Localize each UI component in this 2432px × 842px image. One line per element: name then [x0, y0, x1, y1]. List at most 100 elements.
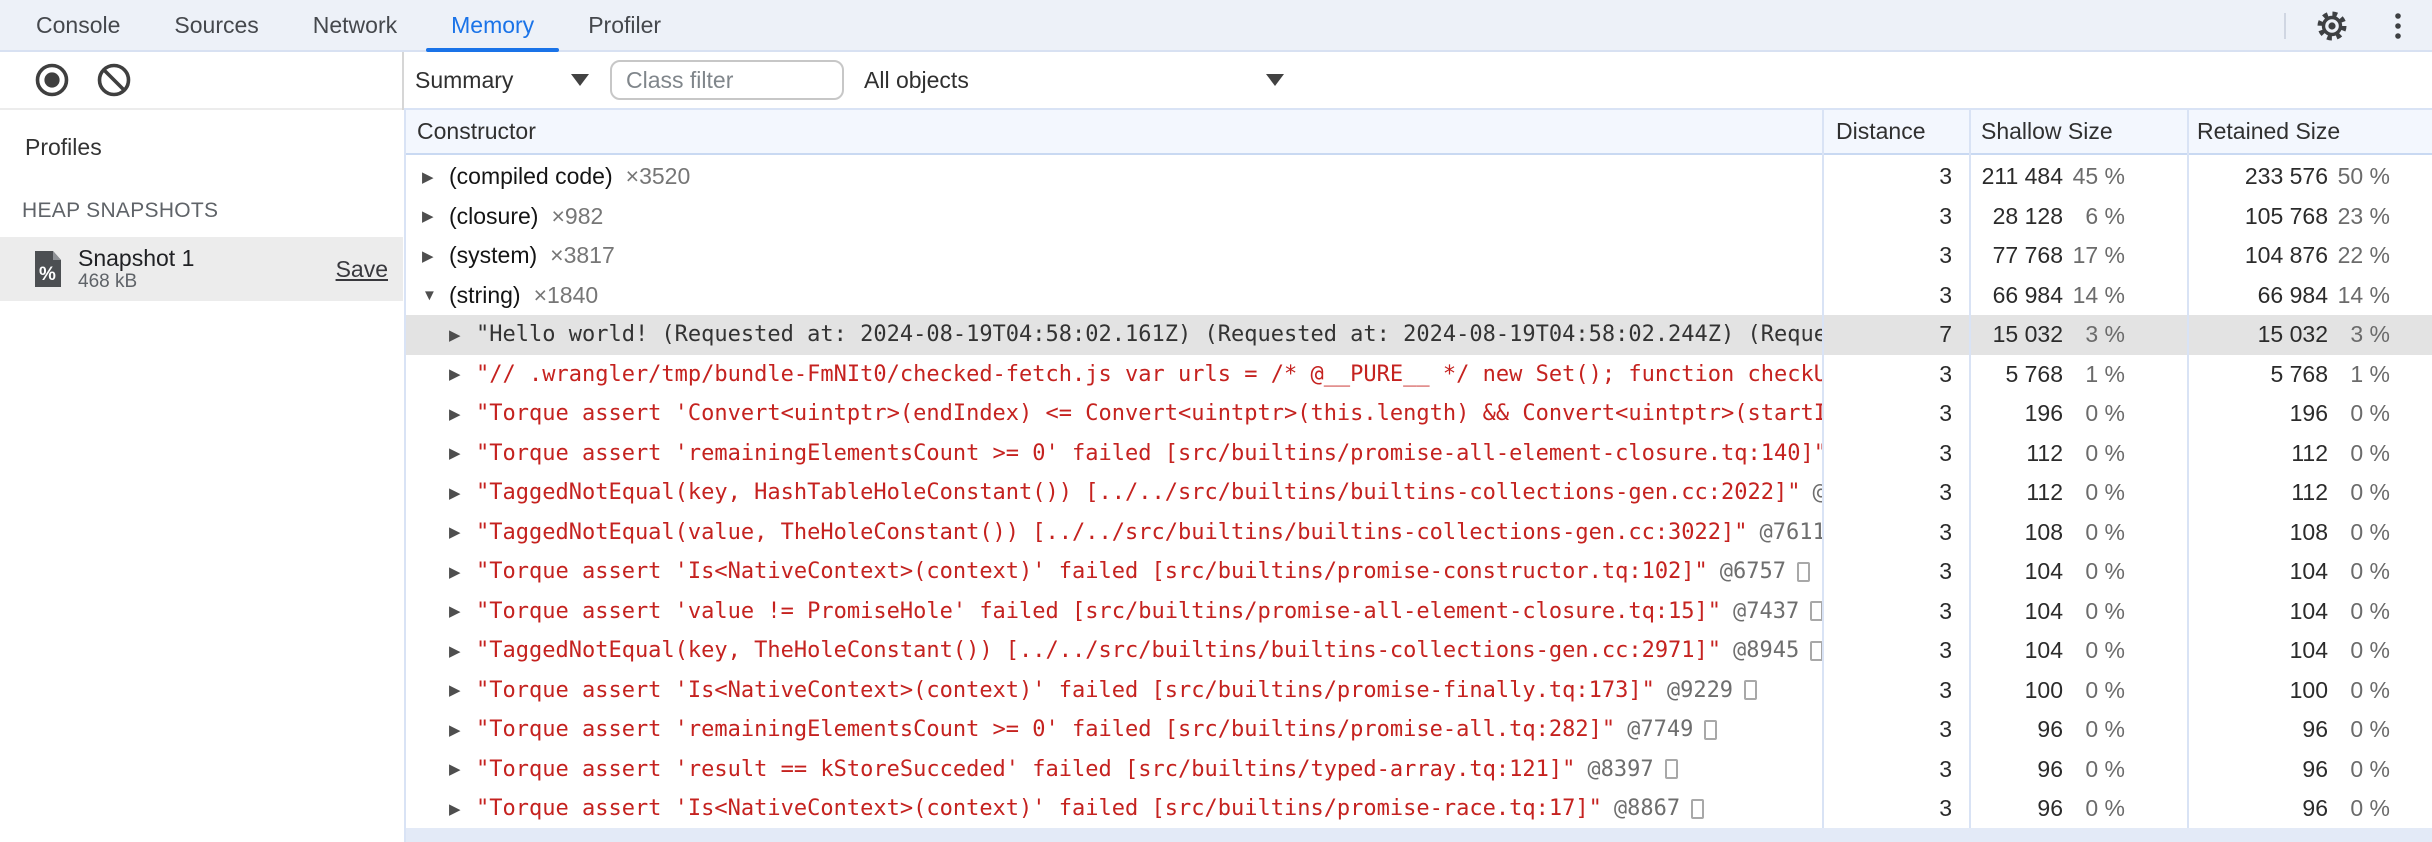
retained-size-percent: 22 %	[2337, 242, 2390, 269]
table-row[interactable]: ▶ "Torque assert 'remainingElementsCount …	[406, 710, 2432, 750]
tab-profiler[interactable]: Profiler	[563, 0, 686, 50]
settings-gear-icon[interactable]	[2312, 6, 2352, 46]
tabbar-divider	[2284, 13, 2286, 39]
retained-size-cell: 104 876 22 %	[2187, 236, 2432, 276]
retained-size-percent: 0 %	[2350, 676, 2390, 703]
heap-snapshots-section-label: HEAP SNAPSHOTS	[22, 199, 219, 222]
chevron-collapsed-icon[interactable]: ▶	[449, 365, 476, 383]
object-link-icon[interactable]	[1810, 640, 1822, 661]
chevron-collapsed-icon[interactable]: ▶	[449, 681, 476, 699]
table-row[interactable]: ▶ "Torque assert 'result == kStoreSuccede…	[406, 749, 2432, 790]
column-separator[interactable]	[1822, 110, 1824, 842]
shallow-size-cell: 196 0 %	[1969, 394, 2187, 434]
column-separator[interactable]	[1969, 110, 1971, 842]
table-row[interactable]: ▶ "TaggedNotEqual(key, TheHoleConstant())…	[406, 631, 2432, 671]
tab-sources[interactable]: Sources	[149, 0, 283, 50]
shallow-size-percent: 0 %	[2085, 439, 2125, 466]
retained-size-value: 5 768	[2270, 360, 2328, 387]
chevron-collapsed-icon[interactable]: ▶	[449, 721, 476, 739]
chevron-collapsed-icon[interactable]: ▶	[422, 247, 449, 265]
table-row[interactable]: ▶ "Torque assert 'Is<NativeContext>(conte…	[406, 789, 2432, 829]
tab-network[interactable]: Network	[288, 0, 422, 50]
column-separator[interactable]	[2187, 110, 2189, 842]
constructor-name: (string)	[449, 281, 521, 308]
column-header-distance[interactable]: Distance	[1822, 118, 1969, 145]
retained-size-value: 100	[2289, 676, 2328, 703]
column-header-shallow-size[interactable]: Shallow Size	[1969, 118, 2187, 145]
more-options-kebab-icon[interactable]	[2378, 6, 2418, 46]
string-value: "Hello world! (Requested at: 2024-08-19T…	[476, 322, 1822, 348]
retained-size-percent: 0 %	[2350, 795, 2390, 822]
chevron-collapsed-icon[interactable]: ▶	[449, 484, 476, 502]
chevron-collapsed-icon[interactable]: ▶	[449, 800, 476, 818]
chevron-collapsed-icon[interactable]: ▶	[449, 760, 476, 778]
retained-size-cell: 105 768 23 %	[2187, 197, 2432, 237]
chevron-collapsed-icon[interactable]: ▶	[449, 326, 476, 344]
constructor-cell: ▶ "Torque assert 'result == kStoreSuccede…	[406, 750, 1822, 790]
constructor-cell: ▶ "Torque assert 'value != PromiseHole' f…	[406, 592, 1822, 632]
table-row[interactable]: ▶ "// .wrangler/tmp/bundle-FmNIt0/checked…	[406, 354, 2432, 394]
object-link-icon[interactable]	[1810, 601, 1822, 622]
object-link-icon[interactable]	[1797, 561, 1811, 582]
retained-size-percent: 50 %	[2337, 163, 2390, 190]
chevron-collapsed-icon[interactable]: ▶	[449, 405, 476, 423]
table-row[interactable]: ▶ (closure) ×982 3 28 128 6 % 105 768 23 %	[406, 196, 2432, 237]
chevron-collapsed-icon[interactable]: ▶	[449, 563, 476, 581]
object-id: @7611	[1759, 519, 1822, 545]
object-link-icon[interactable]	[1664, 759, 1678, 780]
shallow-size-percent: 0 %	[2085, 400, 2125, 427]
objects-scope-value: All objects	[864, 66, 969, 93]
table-row[interactable]: ▶ "TaggedNotEqual(key, HashTableHoleConst…	[406, 473, 2432, 513]
object-link-icon[interactable]	[1744, 680, 1758, 701]
retained-size-cell: 96 0 %	[2187, 789, 2432, 829]
save-snapshot-link[interactable]: Save	[336, 256, 388, 283]
table-row[interactable]: ▶ "Torque assert 'value != PromiseHole' f…	[406, 591, 2432, 632]
object-link-icon[interactable]	[1691, 798, 1705, 819]
column-header-retained-size[interactable]: Retained Size	[2187, 118, 2432, 145]
retained-size-value: 96	[2302, 755, 2328, 782]
constructor-name: (closure)	[449, 202, 539, 229]
chevron-collapsed-icon[interactable]: ▶	[449, 444, 476, 462]
table-row[interactable]: ▶ "Torque assert 'Is<NativeContext>(conte…	[406, 552, 2432, 592]
column-header-constructor[interactable]: Constructor	[406, 118, 1822, 145]
class-filter-input[interactable]	[610, 60, 844, 100]
tab-memory[interactable]: Memory	[426, 0, 560, 52]
shallow-size-percent: 3 %	[2085, 321, 2125, 348]
retained-size-value: 104	[2289, 558, 2328, 585]
record-heap-snapshot-icon[interactable]	[32, 60, 72, 100]
table-row[interactable]: ▶ "TaggedNotEqual(value, TheHoleConstant(…	[406, 512, 2432, 552]
chevron-expanded-icon[interactable]: ▼	[422, 287, 449, 304]
table-row[interactable]: ▶ (compiled code) ×3520 3 211 484 45 % 233 576…	[406, 157, 2432, 197]
grid-rows: ▶ (compiled code) ×3520 3 211 484 45 % 233 576…	[406, 157, 2432, 829]
clear-profiles-icon[interactable]	[94, 60, 134, 100]
chevron-collapsed-icon[interactable]: ▶	[449, 523, 476, 541]
snapshot-meta: Snapshot 1 468 kB	[78, 246, 336, 293]
chevron-collapsed-icon[interactable]: ▶	[449, 602, 476, 620]
horizontal-scrollbar-track[interactable]	[406, 828, 2432, 842]
profiles-toolbar	[0, 52, 403, 110]
object-link-icon[interactable]	[1704, 719, 1718, 740]
chevron-collapsed-icon[interactable]: ▶	[422, 168, 449, 186]
table-row[interactable]: ▶ (system) ×3817 3 77 768 17 % 104 876 22 %	[406, 236, 2432, 276]
retained-size-percent: 0 %	[2350, 479, 2390, 506]
table-row[interactable]: ▶ "Hello world! (Requested at: 2024-08-19…	[406, 315, 2432, 355]
shallow-size-percent: 0 %	[2085, 676, 2125, 703]
retained-size-percent: 0 %	[2350, 558, 2390, 585]
chevron-collapsed-icon[interactable]: ▶	[422, 207, 449, 225]
table-row[interactable]: ▶ "Torque assert 'Convert<uintptr>(endInd…	[406, 394, 2432, 434]
chevron-collapsed-icon[interactable]: ▶	[449, 642, 476, 660]
retained-size-percent: 0 %	[2350, 637, 2390, 664]
tab-console[interactable]: Console	[11, 0, 145, 50]
shallow-size-value: 77 768	[1992, 242, 2063, 269]
sidebar-item-snapshot-1[interactable]: % Snapshot 1 468 kB Save	[0, 237, 403, 301]
retained-size-cell: 196 0 %	[2187, 394, 2432, 434]
objects-scope-select[interactable]: All objects	[864, 67, 1294, 94]
retained-size-percent: 0 %	[2350, 755, 2390, 782]
table-row[interactable]: ▶ "Torque assert 'Is<NativeContext>(conte…	[406, 670, 2432, 710]
table-row[interactable]: ▶ "Torque assert 'remainingElementsCount …	[406, 433, 2432, 473]
perspective-select[interactable]: Summary	[415, 67, 595, 94]
shallow-size-cell: 77 768 17 %	[1969, 236, 2187, 276]
table-row[interactable]: ▼ (string) ×1840 3 66 984 14 % 66 984 14 %	[406, 275, 2432, 315]
shallow-size-percent: 0 %	[2085, 637, 2125, 664]
shallow-size-value: 112	[2026, 439, 2063, 466]
